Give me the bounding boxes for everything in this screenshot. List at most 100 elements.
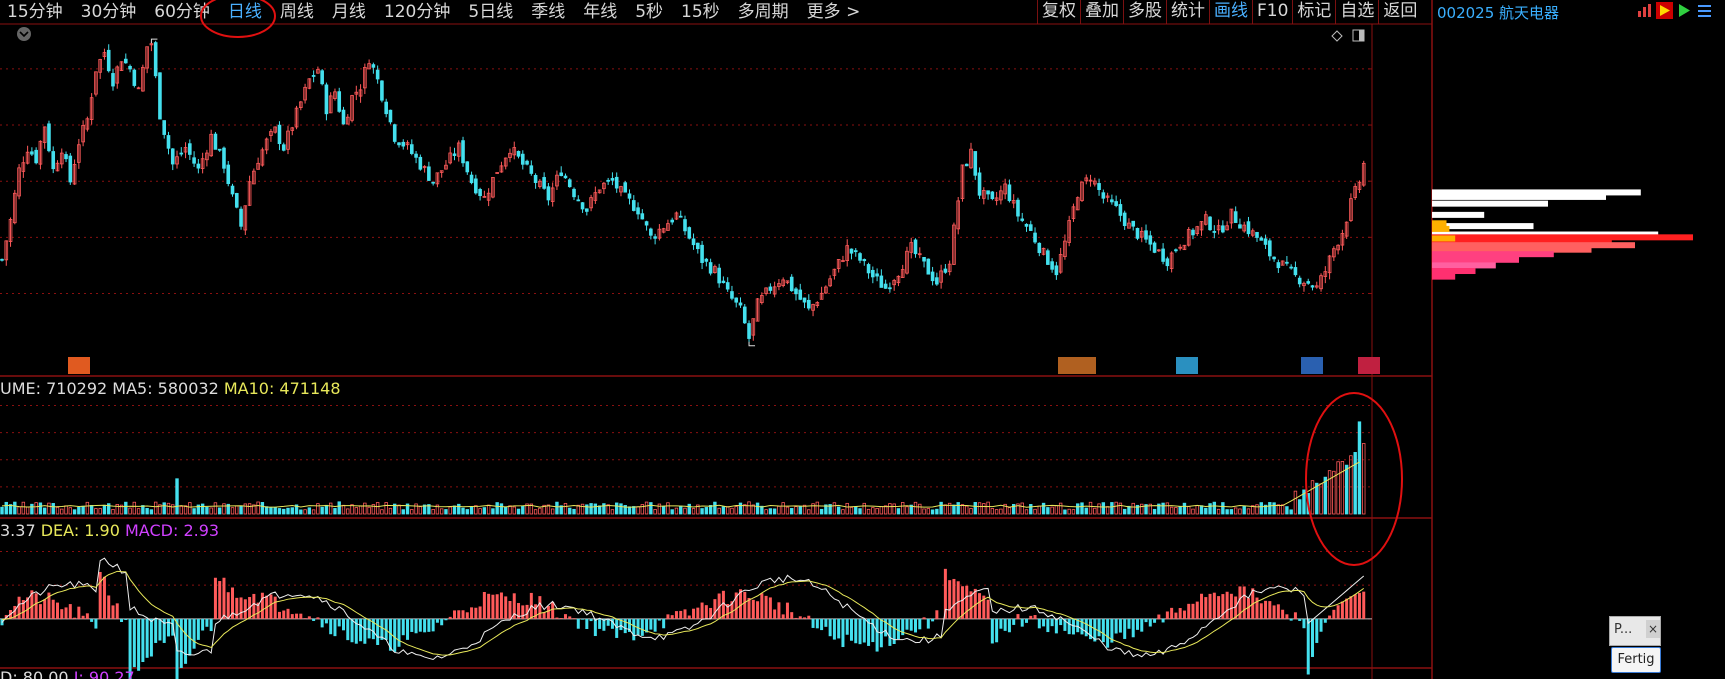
candle-body xyxy=(1118,204,1123,216)
volume-bar xyxy=(1208,503,1212,515)
candle-body xyxy=(1263,238,1268,245)
volume-bar xyxy=(798,505,802,515)
volume-bar xyxy=(499,503,504,515)
volume-bar xyxy=(589,503,593,515)
volume-bar xyxy=(1161,502,1165,515)
candle-body xyxy=(1233,211,1238,223)
candle-body xyxy=(409,144,414,154)
kdj-header: D: 80.00 J: 90.27 xyxy=(0,668,135,679)
candle-body xyxy=(170,148,175,165)
fertig-button[interactable]: Fertig xyxy=(1611,647,1661,673)
candle-body xyxy=(68,155,73,183)
candle-body xyxy=(1050,261,1054,270)
volume-bar xyxy=(448,506,452,515)
volume-bar xyxy=(858,508,862,515)
candle-body xyxy=(649,228,653,236)
candle-body xyxy=(217,148,222,151)
candle-body xyxy=(111,73,115,87)
candle-body xyxy=(614,176,619,189)
volume-bar xyxy=(670,509,674,515)
candle-body xyxy=(798,289,803,300)
volume-chart: UME: 710292 MA5: 580032 MA10: 471148 xyxy=(0,379,1372,515)
candle-body xyxy=(631,200,636,211)
volume-bar xyxy=(333,508,337,515)
volume-bar xyxy=(149,509,154,515)
candle-body xyxy=(533,174,538,183)
volume-bar xyxy=(704,507,709,515)
volume-bar xyxy=(508,505,512,515)
candle-body xyxy=(1054,265,1059,276)
volume-bar xyxy=(410,509,414,515)
candle-body xyxy=(128,65,132,70)
volume-bar xyxy=(1046,507,1050,515)
candle-body xyxy=(708,262,713,274)
volume-bar xyxy=(538,507,542,515)
volume-bar xyxy=(136,508,141,515)
volume-bar xyxy=(1229,509,1234,515)
candle-body xyxy=(734,297,739,303)
candle-body xyxy=(1289,266,1293,269)
volume-bar xyxy=(111,508,115,515)
volume-bar xyxy=(563,503,568,515)
volume-bar xyxy=(982,503,986,515)
candle-body xyxy=(1007,184,1012,202)
candle-body xyxy=(371,64,376,68)
volume-bar xyxy=(1353,452,1357,515)
volume-bar xyxy=(832,502,837,515)
volume-bar xyxy=(1233,507,1238,515)
volume-bar xyxy=(346,508,350,515)
volume-bar xyxy=(1319,483,1323,515)
volume-bar xyxy=(375,502,380,515)
vol-header-ma10: MA10: 471148 xyxy=(224,379,341,398)
kdj-k: D: 80.00 xyxy=(0,668,74,679)
candle-body xyxy=(802,297,807,303)
volume-bar xyxy=(640,504,645,515)
volume-bar xyxy=(657,503,662,515)
close-icon[interactable]: × xyxy=(1646,620,1660,638)
volume-bar xyxy=(1221,502,1225,515)
volume-bar xyxy=(1127,505,1131,515)
candle-body xyxy=(452,153,457,156)
candle-body xyxy=(935,277,939,285)
volume-bar xyxy=(235,505,239,515)
candle-body xyxy=(794,288,798,295)
volume-bar xyxy=(854,506,858,515)
profile-bar xyxy=(1432,251,1554,258)
candle-body xyxy=(1306,281,1311,284)
volume-bar xyxy=(725,506,730,515)
macd-header-dea: DEA: 1.90 xyxy=(41,521,125,540)
candle-body xyxy=(1110,199,1114,203)
marker-bg xyxy=(1058,357,1096,374)
volume-bar xyxy=(380,509,384,515)
volume-bar xyxy=(892,503,896,515)
candle-body xyxy=(341,109,346,125)
volume-bar xyxy=(939,501,943,515)
candle-body xyxy=(30,151,34,155)
candle-body xyxy=(525,160,529,165)
candle-body xyxy=(888,287,892,290)
candle-body xyxy=(747,323,751,339)
volume-bar xyxy=(299,509,303,515)
volume-bar xyxy=(68,507,72,515)
candle-body xyxy=(196,163,201,169)
volume-bar xyxy=(550,508,555,515)
volume-bar xyxy=(1340,461,1345,515)
macd-header: 3.37 DEA: 1.90 MACD: 2.93 xyxy=(0,521,219,540)
candle-body xyxy=(585,208,589,212)
volume-bar xyxy=(585,504,589,515)
candle-body xyxy=(627,193,632,199)
candle-body xyxy=(153,42,158,77)
volume-bar xyxy=(730,507,734,515)
candle-body xyxy=(670,219,674,223)
candle-body xyxy=(1212,231,1217,233)
candle-body xyxy=(281,144,286,151)
candle-body xyxy=(1246,221,1251,235)
volume-bar xyxy=(568,507,572,515)
candle-body xyxy=(866,264,871,274)
candle-body xyxy=(234,193,239,208)
volume-bar xyxy=(922,508,926,515)
candle-body xyxy=(1191,229,1195,236)
candle-body xyxy=(913,239,918,255)
volume-bar xyxy=(320,506,324,515)
candle-body xyxy=(1131,220,1136,227)
